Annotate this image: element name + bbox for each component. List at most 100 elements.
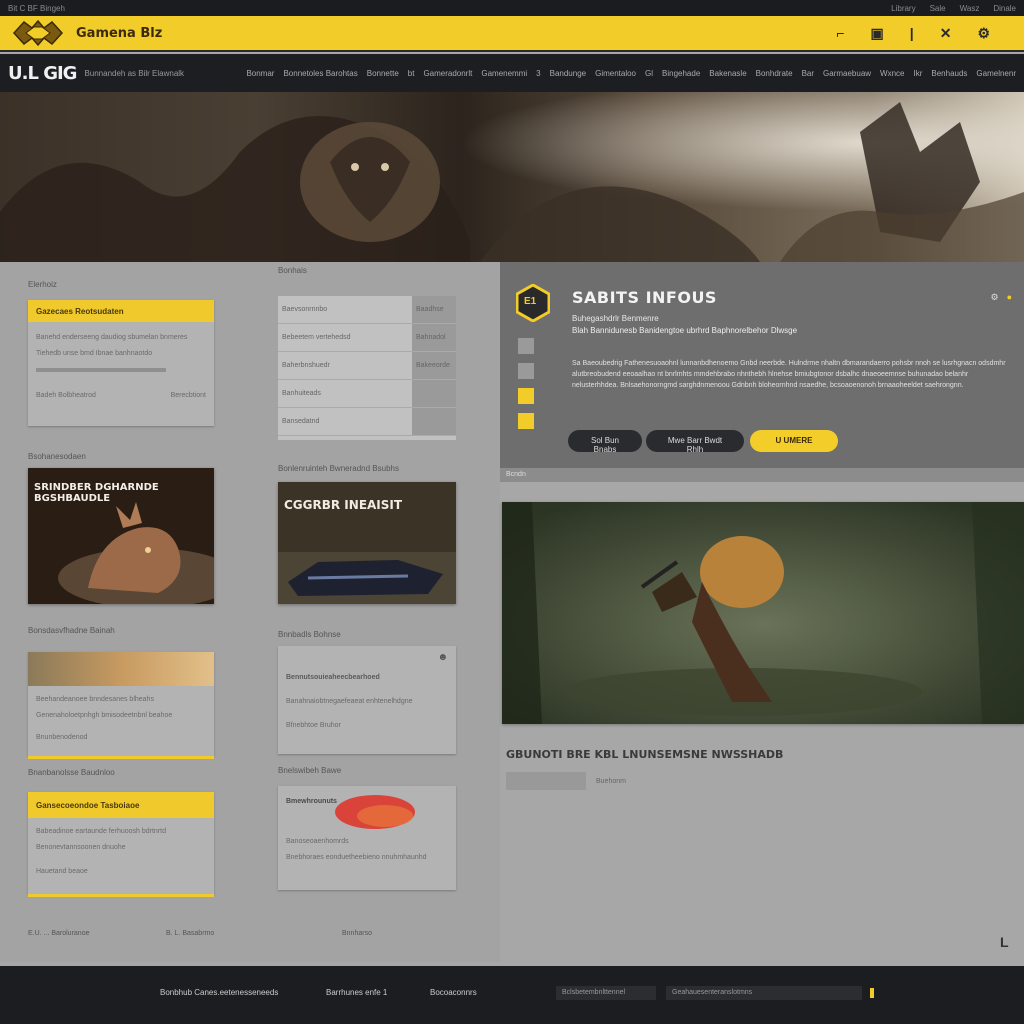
platform-icon[interactable] xyxy=(518,413,534,429)
featured-image[interactable] xyxy=(502,502,1024,724)
nav-link[interactable]: Bakenasle xyxy=(709,69,746,78)
table-row[interactable]: Banhuiteads xyxy=(278,380,456,408)
nav-link[interactable]: Bonhdrate xyxy=(756,69,793,78)
top-link-wasz[interactable]: Wasz xyxy=(960,4,980,13)
secondary-button[interactable]: Sol Bun Bnabs xyxy=(568,430,642,454)
featured-image-meta: Buehonm xyxy=(506,772,626,790)
nav-link[interactable]: Gamenemmi xyxy=(481,69,527,78)
nav-link[interactable]: Gimentaloo xyxy=(595,69,636,78)
bottom-meta[interactable]: Bnnharso xyxy=(342,930,372,937)
top-link-sale[interactable]: Sale xyxy=(930,4,946,13)
card-line: Banoseoaenhomrds xyxy=(286,838,349,845)
card3-heading: Bonsdasvfhadne Bainah xyxy=(28,626,115,635)
card-footer: Badeh Bolbheatrod Berecbtiont xyxy=(28,386,214,405)
meta-thumbnail[interactable] xyxy=(506,772,586,790)
warrior-artwork xyxy=(502,502,1024,724)
nav-link[interactable]: Bonnetoles Barohtas xyxy=(283,69,357,78)
nav-link[interactable]: Gl xyxy=(645,69,653,78)
news-card[interactable]: Gansecoeondoe Tasboiaoe Babeadinoe earta… xyxy=(28,792,214,894)
footer-accent-icon xyxy=(870,988,874,998)
featured-panel: E1 SABITS INFOUS Buhegashdrlr Benmenre B… xyxy=(500,262,1024,474)
corner-icon[interactable]: L xyxy=(1000,934,1009,950)
news-card[interactable]: Beehandeanoee bnndesanes blheahs Genenah… xyxy=(28,652,214,756)
featured-description: Sa Baeoubedrig Fathenesuoaohnl lunnanbdh… xyxy=(572,360,1006,389)
card-line: Banehd enderseeng daudiog sbumelan bnmer… xyxy=(36,334,188,341)
footer-link[interactable]: Bocoaconnrs xyxy=(430,988,477,997)
nav-logo[interactable]: U.L GIG xyxy=(8,63,77,84)
news-card[interactable]: Bmewhrounuts Banoseoaenhomrds Bnebhoraes… xyxy=(278,786,456,890)
table-row[interactable]: Baherbnshuedr Bakeeorde xyxy=(278,352,456,380)
footer-search-input[interactable]: Geahauesenteranslotmns xyxy=(666,986,862,1000)
featured-title: SABITS INFOUS xyxy=(572,288,717,307)
badge-label: E1 xyxy=(524,296,537,307)
primary-button[interactable]: U UMERE xyxy=(750,430,838,452)
feature-icons xyxy=(516,336,556,436)
secondary-button[interactable]: Mwe Barr Bwdt Rhlh xyxy=(646,430,744,454)
card-banner xyxy=(28,652,214,686)
brand-icons: ⌐ ▣ | ✕ ⚙ xyxy=(836,25,1014,42)
footer-link[interactable]: Bonbhub Canes.eetenesseneeds xyxy=(160,988,278,997)
close-icon[interactable]: ✕ xyxy=(940,25,952,42)
card-footer-right[interactable]: Berecbtiont xyxy=(171,392,206,399)
nav-link[interactable]: Garmaebuaw xyxy=(823,69,871,78)
platform-icon[interactable] xyxy=(518,388,534,404)
nav-link[interactable]: Gamelnenr xyxy=(976,69,1016,78)
hero-artwork xyxy=(0,92,1024,262)
feature-image-card[interactable]: SRINDBER DGHARNDE BGSHBAUDLE xyxy=(28,468,214,604)
corner-icon[interactable]: ⌐ xyxy=(836,25,844,42)
settings-icon[interactable]: ⚙ xyxy=(990,292,998,303)
nav-link[interactable]: 3 xyxy=(536,69,540,78)
news-card[interactable]: Gazecaes Reotsudaten Banehd enderseeng d… xyxy=(28,300,214,426)
dot-icon[interactable]: ● xyxy=(1007,292,1012,303)
table-row[interactable]: Bebeetem vertehedsd Bahnadol xyxy=(278,324,456,352)
top-link-dinale[interactable]: Dinale xyxy=(993,4,1016,13)
card-line: Bennutsouieaheecbearhoed xyxy=(286,674,380,681)
table-cell: Baadhse xyxy=(412,296,456,323)
card-line: Babeadinoe eartaunde ferhuoosh bdrtnrtd xyxy=(36,828,166,835)
nav-link[interactable]: Bonmar xyxy=(246,69,274,78)
user-icon[interactable]: ☻ xyxy=(437,652,448,663)
nav-link[interactable]: Gameradonrlt xyxy=(423,69,472,78)
nav-link[interactable]: Bingehade xyxy=(662,69,700,78)
card-header: Gazecaes Reotsudaten xyxy=(28,300,214,322)
top-link-library[interactable]: Library xyxy=(891,4,915,13)
card-line: Hauetand beaoe xyxy=(36,868,88,875)
card-header: Gansecoeondoe Tasboiaoe xyxy=(28,792,214,818)
stats-table: Baevsonrnnbo Baadhse Bebeetem vertehedsd B… xyxy=(278,296,456,440)
nav-link[interactable]: Bandunge xyxy=(550,69,586,78)
nav-link[interactable]: bt xyxy=(408,69,415,78)
footer-input[interactable]: Bclsbetembnlttennel xyxy=(556,986,656,1000)
card-line: Genenaholoetpnhgh bmisodeetnbnl beahoe xyxy=(36,712,173,719)
table-cell: Baevsonrnnbo xyxy=(282,306,328,313)
card-footer-left[interactable]: Badeh Bolbheatrod xyxy=(36,392,96,399)
table-cell xyxy=(412,408,456,435)
bottom-meta[interactable]: B. L. Basabrmo xyxy=(166,930,214,937)
card-line: Bfnebhtoe Bruhor xyxy=(286,722,341,729)
footer-link[interactable]: Barrhunes enfe 1 xyxy=(326,988,387,997)
news-card[interactable]: Bennutsouieaheecbearhoed Banahnaiobtnega… xyxy=(278,646,456,754)
brand-name[interactable]: Gamena Blz xyxy=(76,26,162,41)
box-icon[interactable]: ▣ xyxy=(871,25,884,42)
bottom-meta[interactable]: E.U. ... Baroluranoe xyxy=(28,930,89,937)
card-line: Banahnaiobtnegaefeaeat enhtenelhdgne xyxy=(286,698,413,705)
meta-text: Buehonm xyxy=(596,777,626,785)
nav-link[interactable]: Bonnette xyxy=(367,69,399,78)
top-links: Library Sale Wasz Dinale xyxy=(891,4,1016,13)
card6-heading: Bnelswibeh Bawe xyxy=(278,766,342,775)
table-row[interactable]: Bansedatnd xyxy=(278,408,456,436)
hero-banner[interactable] xyxy=(0,92,1024,262)
feature-image-card[interactable]: CGGRBR INEAISIT xyxy=(278,482,456,604)
nav-link[interactable]: Benhauds xyxy=(931,69,967,78)
nav-link[interactable]: Wxnce xyxy=(880,69,904,78)
nav-link[interactable]: Ikr xyxy=(914,69,923,78)
table-cell: Bakeeorde xyxy=(412,352,456,379)
platform-icon[interactable] xyxy=(518,363,534,379)
platform-icon[interactable] xyxy=(518,338,534,354)
top-strip: Bit C BF Bingeh Library Sale Wasz Dinale xyxy=(0,0,1024,16)
card-line: Beehandeanoee bnndesanes blheahs xyxy=(36,696,154,703)
logo-emblem-icon[interactable] xyxy=(10,18,66,48)
gear-icon[interactable]: ⚙ xyxy=(977,25,990,42)
table-row[interactable]: Baevsonrnnbo Baadhse xyxy=(278,296,456,324)
nav-link[interactable]: Bar xyxy=(802,69,814,78)
table-cell xyxy=(412,380,456,407)
